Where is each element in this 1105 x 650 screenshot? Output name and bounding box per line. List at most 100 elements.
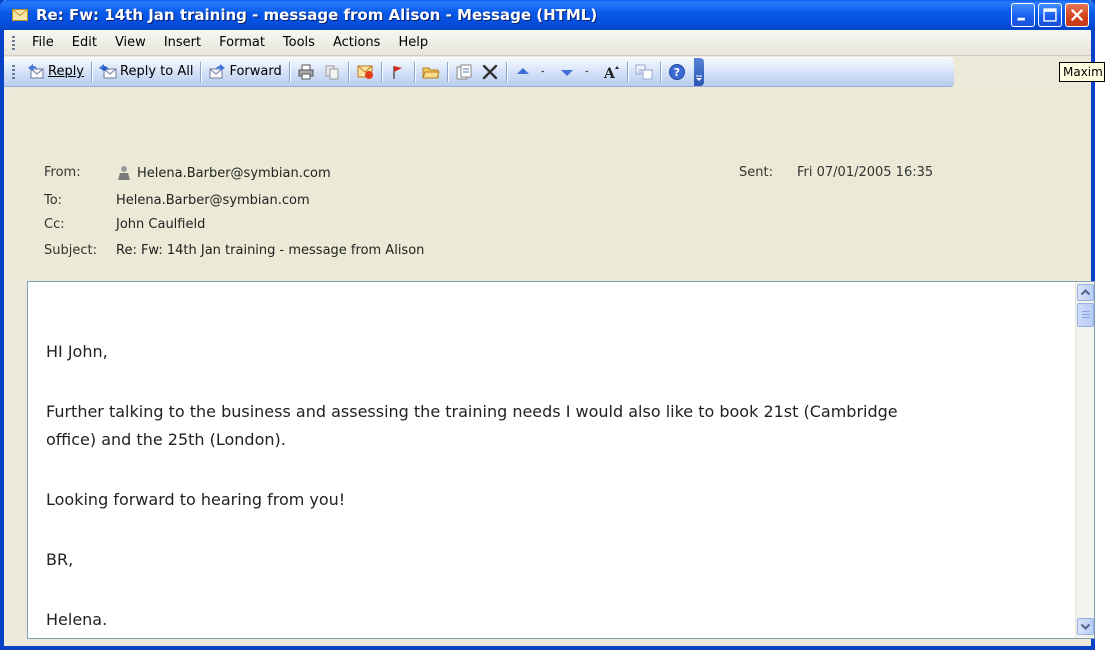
chevron-up-icon <box>1080 289 1091 296</box>
toolbar-separator <box>659 61 661 82</box>
message-window: Re: Fw: 14th Jan training - message from… <box>0 0 1095 650</box>
next-item-dropdown[interactable] <box>580 60 598 84</box>
encoding-button[interactable]: a <box>631 60 657 84</box>
from-value[interactable]: Helena.Barber@symbian.com <box>137 166 331 181</box>
chevron-down-icon <box>540 70 545 73</box>
reply-all-button[interactable]: Reply to All <box>95 60 197 84</box>
subject-value: Re: Fw: 14th Jan training - message from… <box>116 243 425 258</box>
toolbar-separator <box>413 61 415 82</box>
sent-label: Sent: <box>739 165 773 180</box>
reply-all-icon <box>99 63 117 78</box>
reply-button[interactable]: Reply <box>23 60 88 84</box>
from-label: From: <box>44 165 81 180</box>
minimize-button[interactable] <box>1011 3 1035 27</box>
delete-icon <box>482 64 497 79</box>
print-button[interactable] <box>293 60 319 84</box>
font-size-icon: A <box>603 65 619 81</box>
subject-label: Subject: <box>44 243 97 258</box>
help-icon: ? <box>668 63 685 80</box>
envelope-icon <box>12 9 28 21</box>
chevron-down-icon <box>1080 623 1091 630</box>
paragraph-1-line-2: office) and the 25th (London). <box>46 430 286 449</box>
cc-value[interactable]: John Caulfield <box>116 217 205 232</box>
increase-font-size-button[interactable]: A <box>598 60 624 84</box>
contact-icon <box>118 166 130 180</box>
toolbar-separator <box>626 61 628 82</box>
toolbar-separator <box>288 61 290 82</box>
reply-icon <box>28 63 44 78</box>
title-bar[interactable]: Re: Fw: 14th Jan training - message from… <box>0 0 1095 30</box>
menu-tools[interactable]: Tools <box>274 35 324 50</box>
maximize-tooltip: Maxim <box>1059 62 1105 82</box>
envelope-move-icon <box>357 65 373 79</box>
follow-up-button[interactable] <box>385 60 411 84</box>
signoff-line: BR, <box>46 550 74 569</box>
scroll-thumb[interactable] <box>1077 303 1094 327</box>
scroll-up-button[interactable] <box>1077 284 1094 301</box>
standard-toolbar: Reply Reply to All Forward A a ? <box>4 57 954 87</box>
move-icon <box>456 64 472 79</box>
to-label: To: <box>44 193 63 208</box>
vertical-scrollbar[interactable] <box>1075 282 1094 638</box>
to-row: To: Helena.Barber@symbian.com <box>44 193 310 208</box>
up-arrow-icon <box>516 67 529 74</box>
greeting-line: HI John, <box>46 342 108 361</box>
cc-row: Cc: John Caulfield <box>44 217 205 232</box>
maximize-button[interactable] <box>1038 3 1062 27</box>
svg-text:a: a <box>638 67 642 75</box>
subject-row: Subject: Re: Fw: 14th Jan training - mes… <box>44 243 424 258</box>
copy-icon <box>325 65 339 79</box>
flag-icon <box>392 65 402 79</box>
menu-view[interactable]: View <box>106 35 155 50</box>
previous-item-dropdown[interactable] <box>536 60 554 84</box>
menu-help[interactable]: Help <box>389 35 437 50</box>
menu-bar: File Edit View Insert Format Tools Actio… <box>4 30 1091 56</box>
printer-icon <box>298 64 314 79</box>
next-item-button[interactable] <box>554 60 580 84</box>
close-button[interactable] <box>1065 3 1089 27</box>
forward-button[interactable]: Forward <box>204 60 285 84</box>
menu-edit[interactable]: Edit <box>63 35 106 50</box>
to-value[interactable]: Helena.Barber@symbian.com <box>116 193 310 208</box>
menu-actions[interactable]: Actions <box>324 35 390 50</box>
previous-item-button[interactable] <box>510 60 536 84</box>
open-folder-icon <box>422 67 440 78</box>
down-arrow-icon <box>560 69 573 76</box>
cc-label: Cc: <box>44 217 65 232</box>
from-row: From: Helena.Barber@symbian.com <box>44 165 331 181</box>
forward-icon <box>209 63 226 78</box>
toolbar-separator <box>91 61 93 82</box>
move-button[interactable] <box>451 60 477 84</box>
menu-grip[interactable] <box>12 35 15 50</box>
encoding-icon: a <box>635 64 653 79</box>
paragraph-1-line-1: Further talking to the business and asse… <box>46 402 898 421</box>
paragraph-2: Looking forward to hearing from you! <box>46 490 346 509</box>
scroll-down-button[interactable] <box>1077 618 1094 635</box>
message-body[interactable]: HI John, Further talking to the business… <box>27 281 1095 639</box>
toolbar-separator <box>446 61 448 82</box>
toolbar-separator <box>200 61 202 82</box>
copy-button[interactable] <box>319 60 345 84</box>
sent-row: Sent: Fri 07/01/2005 16:35 <box>739 165 933 180</box>
reply-all-label: Reply to All <box>120 64 194 79</box>
svg-text:A: A <box>603 66 616 81</box>
toolbar-separator <box>347 61 349 82</box>
menu-format[interactable]: Format <box>210 35 274 50</box>
svg-text:?: ? <box>673 66 679 79</box>
window-title: Re: Fw: 14th Jan training - message from… <box>36 6 598 24</box>
reply-label: Reply <box>48 64 85 79</box>
sent-value: Fri 07/01/2005 16:35 <box>797 165 934 180</box>
menu-insert[interactable]: Insert <box>155 35 210 50</box>
toolbar-options-button[interactable] <box>693 57 704 86</box>
message-header: From: Helena.Barber@symbian.com To: Hele… <box>14 92 1086 278</box>
signature-line: Helena. <box>46 610 108 629</box>
move-to-folder-button[interactable] <box>352 60 378 84</box>
forward-label: Forward <box>229 64 282 79</box>
address-book-button[interactable] <box>418 60 444 84</box>
help-button[interactable]: ? <box>664 60 690 84</box>
toolbar-separator <box>505 61 507 82</box>
menu-file[interactable]: File <box>23 35 63 50</box>
toolbar-separator <box>380 61 382 82</box>
delete-button[interactable] <box>477 60 503 84</box>
toolbar-grip[interactable] <box>12 64 15 79</box>
